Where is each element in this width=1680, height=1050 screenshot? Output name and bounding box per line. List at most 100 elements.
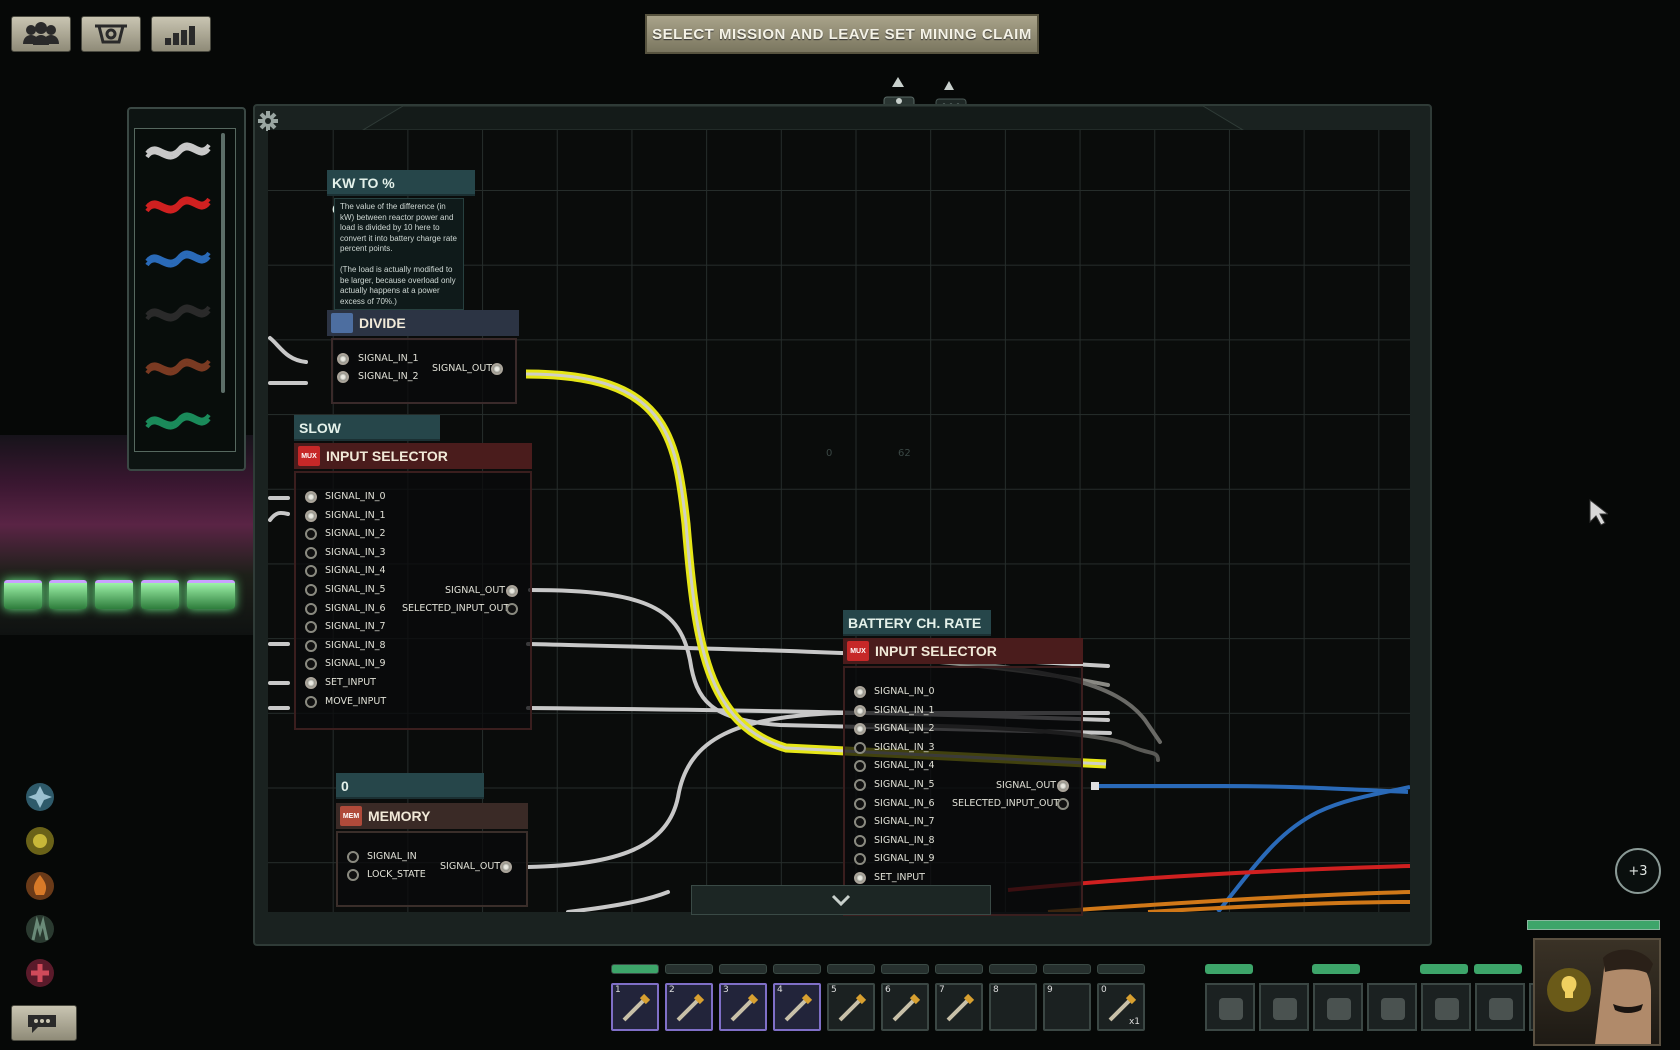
memory-out-connector[interactable]	[500, 861, 512, 873]
memory-lock-label: LOCK_STATE	[367, 869, 426, 880]
slow-label[interactable]: SLOW IN-/DECREASE	[294, 415, 440, 462]
selector-2-header[interactable]: MUX INPUT SELECTOR	[843, 638, 1083, 664]
wire-item-3[interactable]	[143, 243, 213, 273]
divide-component[interactable]: DIVIDE SIGNAL_IN_1 SIGNAL_IN_2 SIGNAL_OU…	[327, 310, 519, 410]
crew-button[interactable]	[11, 16, 71, 52]
skill-button-3[interactable]	[21, 867, 59, 905]
divide-header[interactable]: DIVIDE	[327, 310, 519, 336]
pin-connector[interactable]	[854, 797, 866, 810]
welding-tool-icon	[730, 993, 759, 1022]
skill-button-2[interactable]	[21, 822, 59, 860]
pin-connector[interactable]	[854, 704, 866, 717]
pin-label: SIGNAL_IN_8	[874, 834, 935, 846]
pin-label: SIGNAL_IN_2	[874, 723, 935, 735]
plus-counter-badge[interactable]: +3	[1615, 848, 1661, 894]
jacket-icon	[1327, 998, 1351, 1020]
pin-connector[interactable]	[854, 686, 866, 698]
selector-2-selected-connector[interactable]	[1057, 798, 1069, 810]
pin-label: SET_INPUT	[325, 677, 376, 688]
memory-lock-connector[interactable]	[347, 869, 359, 881]
cursor-icon	[1589, 498, 1608, 526]
wire-list-scrollbar[interactable]	[221, 133, 225, 393]
wire-item-5[interactable]	[143, 351, 213, 381]
pin-connector[interactable]	[305, 695, 317, 708]
hotbar-slot[interactable]: 3	[719, 983, 767, 1031]
skill-button-4[interactable]	[21, 910, 59, 948]
pin-label: SIGNAL_IN_0	[325, 491, 386, 502]
hotbar-slot[interactable]: 9	[1043, 983, 1091, 1031]
character-portrait[interactable]	[1533, 938, 1661, 1046]
selector-1-selected-connector[interactable]	[506, 603, 518, 615]
equipment-slot[interactable]	[1313, 983, 1363, 1031]
equipment-slot[interactable]	[1259, 983, 1309, 1031]
selector-1-header[interactable]: MUX INPUT SELECTOR	[294, 443, 532, 469]
memory-header[interactable]: MEM MEMORY	[336, 803, 528, 829]
submarine-button[interactable]	[81, 16, 141, 52]
pin-connector[interactable]	[854, 834, 866, 847]
screwdriver-icon	[622, 993, 651, 1022]
equipment-slot[interactable]	[1421, 983, 1471, 1031]
pin-connector[interactable]	[305, 546, 317, 559]
selector-2-out-connector[interactable]	[1057, 780, 1069, 792]
wire-item-4[interactable]	[143, 297, 213, 327]
selector-1-out-connector[interactable]	[506, 585, 518, 597]
hotbar-bar	[1097, 964, 1145, 974]
mission-button[interactable]: SELECT MISSION AND LEAVE SET MINING CLAI…	[645, 14, 1039, 54]
equipment-slot[interactable]	[1205, 983, 1255, 1031]
pin-connector[interactable]	[854, 741, 866, 754]
memory-component[interactable]: MEM MEMORY SIGNAL_IN LOCK_STATE SIGNAL_O…	[336, 803, 528, 908]
hotbar-slot[interactable]: 1	[611, 983, 659, 1031]
divide-out-connector[interactable]	[491, 363, 503, 375]
stats-button[interactable]	[151, 16, 211, 52]
hotbar-slot[interactable]: 4	[773, 983, 821, 1031]
equip-bar	[1474, 964, 1522, 974]
skill-icon-5	[26, 959, 54, 987]
pin-connector[interactable]	[305, 639, 317, 652]
hotbar-slot[interactable]: 8	[989, 983, 1037, 1031]
memory-value-label[interactable]: 0	[336, 773, 484, 799]
selector-2-selected-label: SELECTED_INPUT_OUT	[952, 798, 1060, 809]
skill-button-5[interactable]	[21, 954, 59, 992]
wire-item-1[interactable]	[143, 135, 213, 165]
hotbar-slot[interactable]: 7	[935, 983, 983, 1031]
equip-bar	[1312, 964, 1360, 974]
pin-connector[interactable]	[305, 677, 317, 689]
chat-button[interactable]	[11, 1005, 77, 1041]
pin-label: SIGNAL_IN_9	[874, 853, 935, 865]
input-selector-1[interactable]: MUX INPUT SELECTOR SIGNAL_IN_0 SIGNAL_IN_…	[294, 443, 532, 730]
pin-connector[interactable]	[305, 491, 317, 503]
pin-label: SIGNAL_IN_3	[325, 546, 386, 558]
pin-connector[interactable]	[854, 872, 866, 884]
skill-button-1[interactable]	[21, 778, 59, 816]
wire-item-6[interactable]	[143, 405, 213, 435]
wire-item-2[interactable]	[143, 189, 213, 219]
pin-connector[interactable]	[305, 602, 317, 615]
memory-in-connector[interactable]	[347, 851, 359, 863]
hotbar-bar	[935, 964, 983, 974]
pin-label: SIGNAL_IN_4	[874, 760, 935, 772]
wire-list[interactable]	[134, 128, 236, 452]
collapse-button[interactable]	[691, 885, 991, 915]
equipment-slot[interactable]	[1367, 983, 1417, 1031]
stats-icon	[165, 26, 195, 45]
pin-label: SET_INPUT	[874, 872, 925, 883]
hotbar-item-count: x1	[1128, 1017, 1140, 1027]
hotbar-bar	[827, 964, 875, 974]
hotbar-slot[interactable]: 5	[827, 983, 875, 1031]
pin-connector[interactable]	[305, 584, 317, 596]
pin-connector[interactable]	[854, 779, 866, 791]
hotbar-slot[interactable]: 0 x1	[1097, 983, 1145, 1031]
equipment-slot[interactable]	[1475, 983, 1525, 1031]
divide-in-2-connector[interactable]	[337, 371, 349, 383]
pin-connector[interactable]	[305, 509, 317, 522]
battery-label[interactable]: BATTERY CH. RATE	[843, 610, 991, 636]
hotbar-bar	[719, 964, 767, 974]
kw-conversion-label[interactable]: KW TO % CONVERSION	[327, 170, 475, 217]
hotbar-slot[interactable]: 2	[665, 983, 713, 1031]
divide-in-2-label: SIGNAL_IN_2	[358, 371, 419, 382]
pin-label: MOVE_INPUT	[325, 695, 387, 707]
hotbar-slot[interactable]: 6	[881, 983, 929, 1031]
input-selector-2[interactable]: MUX INPUT SELECTOR SIGNAL_IN_0 SIGNAL_IN_…	[843, 638, 1083, 916]
hotbar-bar	[773, 964, 821, 974]
divide-in-1-connector[interactable]	[337, 353, 349, 365]
